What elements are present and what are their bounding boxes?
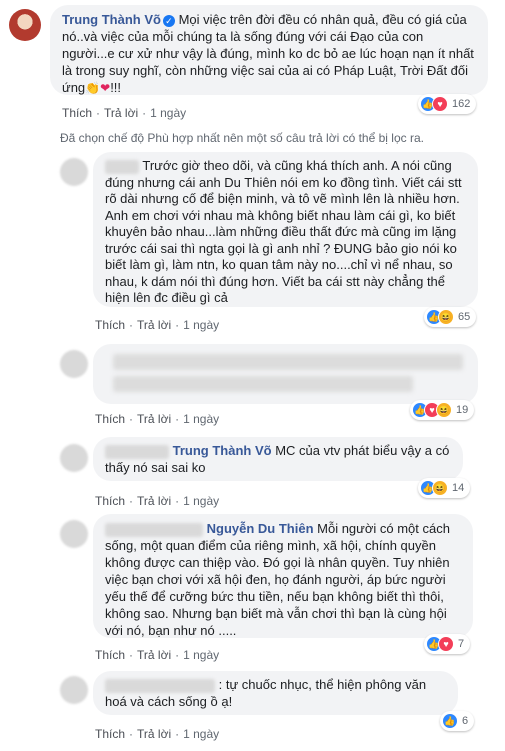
timestamp: 1 ngày [150, 106, 187, 120]
comment-reactions[interactable]: 👍 😆 65 [424, 307, 477, 327]
comment-bubble: Nguyễn Du Thiên Mỗi người có một cách số… [93, 514, 473, 638]
blurred-author-name [105, 678, 215, 693]
haha-reaction-icon: 😆 [432, 480, 448, 496]
avatar[interactable] [60, 520, 88, 548]
love-reaction-icon: ♥ [432, 96, 448, 112]
timestamp: 1 ngày [183, 318, 220, 332]
like-reaction-icon: 👍 [442, 713, 458, 729]
like-link[interactable]: Thích [95, 318, 125, 332]
haha-reaction-icon: 😆 [436, 402, 452, 418]
avatar[interactable] [60, 158, 88, 186]
reply-link[interactable]: Trả lời [137, 318, 171, 332]
like-link[interactable]: Thích [95, 412, 125, 426]
comment-actions: Thích · Trả lời · 1 ngày [95, 318, 220, 332]
post-author[interactable]: Trung Thành Võ [62, 12, 161, 27]
comment-text: Trước giờ theo dõi, và cũng khá thích an… [105, 158, 462, 305]
comment-actions: Thích · Trả lời · 1 ngày [95, 727, 220, 741]
reaction-count: 6 [462, 715, 469, 727]
reaction-count: 65 [458, 311, 471, 323]
heart-emoji-icon: ❤ [100, 81, 111, 95]
clap-emoji-icon: 👏 [85, 81, 101, 95]
post-reactions[interactable]: 👍 ♥ 162 [418, 94, 477, 114]
post-emoji-text: !!! [110, 80, 122, 95]
comment-bubble [93, 344, 478, 404]
blurred-author-name [105, 522, 203, 537]
comment-reactions[interactable]: 👍 😆 14 [418, 478, 471, 498]
reply-link[interactable]: Trả lời [104, 106, 138, 120]
reply-link[interactable]: Trả lời [137, 727, 171, 741]
comment-reactions[interactable]: 👍 6 [440, 711, 475, 731]
blurred-comment-text [113, 376, 413, 392]
comment-text: Mỗi người có một cách sống, một quan điể… [105, 521, 450, 638]
reply-link[interactable]: Trả lời [137, 648, 171, 662]
avatar[interactable] [60, 350, 88, 378]
comment-actions: Thích · Trả lời · 1 ngày [95, 648, 220, 662]
comment-reactions[interactable]: 👍 ♥ 7 [424, 634, 471, 654]
haha-reaction-icon: 😆 [438, 309, 454, 325]
like-link[interactable]: Thích [62, 106, 92, 120]
avatar[interactable] [60, 444, 88, 472]
like-link[interactable]: Thích [95, 494, 125, 508]
comment-bubble: : tự chuốc nhục, thể hiện phông văn hoá … [93, 671, 458, 715]
verified-icon: ✓ [162, 14, 175, 27]
reply-link[interactable]: Trả lời [137, 412, 171, 426]
comment-author[interactable]: Nguyễn Du Thiên [207, 521, 314, 536]
blurred-author-name [105, 444, 169, 459]
reply-link[interactable]: Trả lời [137, 494, 171, 508]
comment-actions: Thích · Trả lời · 1 ngày [95, 412, 220, 426]
reaction-count: 14 [452, 482, 465, 494]
post-actions: Thích · Trả lời · 1 ngày [62, 106, 187, 120]
like-link[interactable]: Thích [95, 648, 125, 662]
reaction-count: 162 [452, 98, 471, 110]
timestamp: 1 ngày [183, 412, 220, 426]
reaction-count: 19 [456, 404, 469, 416]
avatar[interactable] [9, 9, 41, 41]
timestamp: 1 ngày [183, 648, 220, 662]
timestamp: 1 ngày [183, 727, 220, 741]
filter-note: Đã chọn chế độ Phù hợp nhất nên một số c… [60, 131, 424, 145]
love-reaction-icon: ♥ [438, 636, 454, 652]
comment-bubble: Trước giờ theo dõi, và cũng khá thích an… [93, 152, 478, 307]
timestamp: 1 ngày [183, 494, 220, 508]
comment-reactions[interactable]: 👍 ♥ 😆 19 [410, 400, 475, 420]
like-link[interactable]: Thích [95, 727, 125, 741]
blurred-comment-text [113, 354, 463, 370]
blurred-author-name [105, 159, 139, 174]
comment-bubble: Trung Thành Võ MC của vtv phát biểu vậy … [93, 437, 463, 481]
avatar[interactable] [60, 676, 88, 704]
comment-author[interactable]: Trung Thành Võ [173, 443, 272, 458]
comment-actions: Thích · Trả lời · 1 ngày [95, 494, 220, 508]
post-bubble: Trung Thành Võ ✓ Mọi việc trên đời đều có… [50, 5, 488, 95]
reaction-count: 7 [458, 638, 465, 650]
